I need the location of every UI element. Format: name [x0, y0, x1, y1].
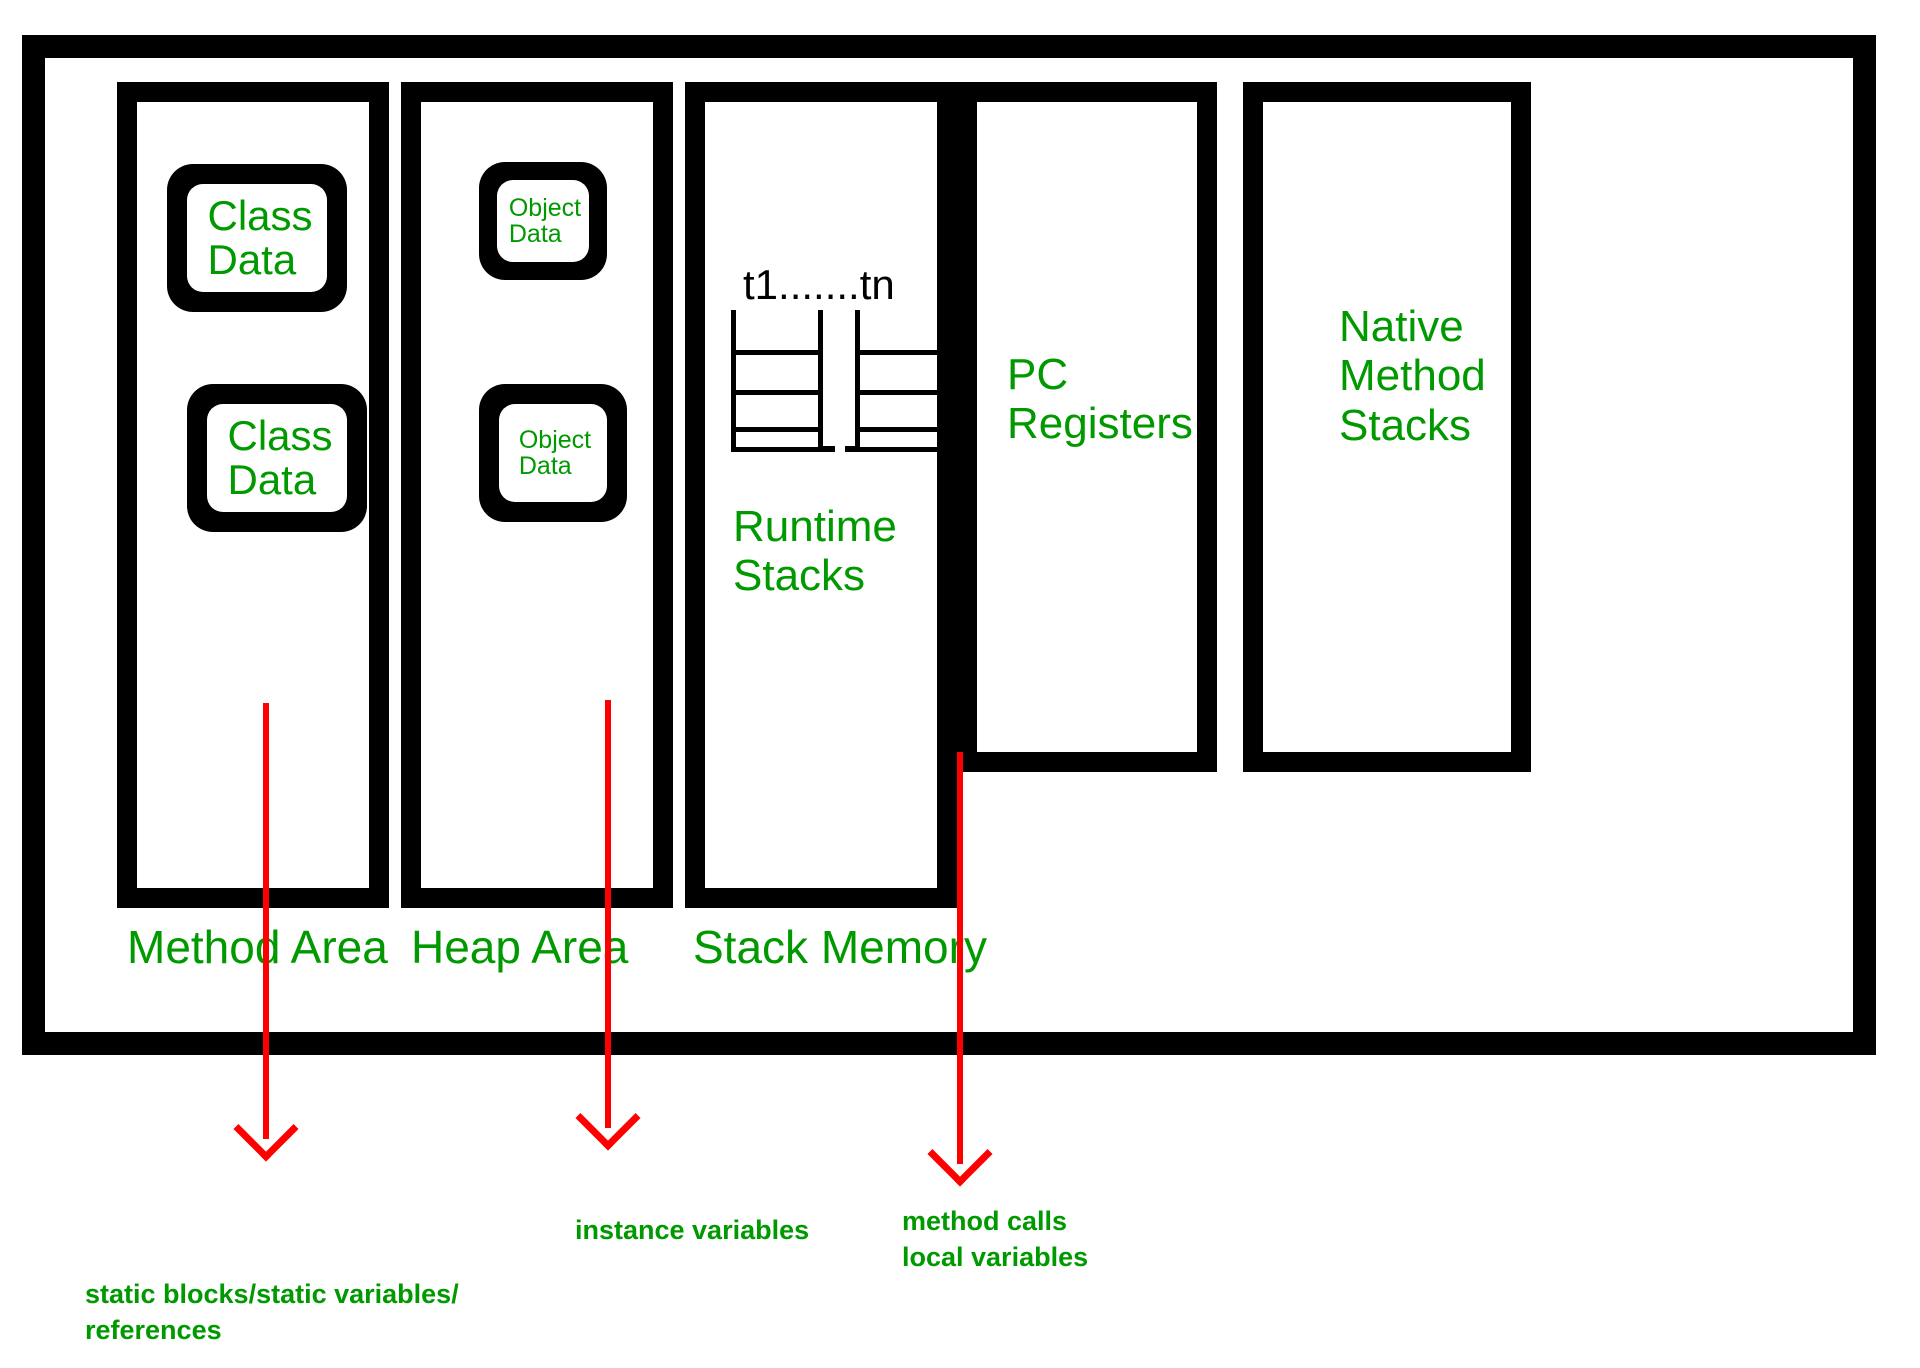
- native-method-stacks-label: Native Method Stacks: [1339, 302, 1486, 450]
- thread-range-label: t1.......tn: [743, 261, 895, 308]
- annotation-stack-memory: method calls local variables: [902, 1206, 1089, 1273]
- class-data-chip-2: Class Data: [187, 384, 367, 532]
- memory-column-stack-memory: t1.......tn Runtime Stacks: [685, 82, 957, 908]
- ladder-continuation-dashes: [823, 446, 857, 452]
- class-data-chip-2-label: Class Data: [207, 404, 347, 512]
- ladder-rung: [855, 350, 947, 355]
- memory-column-native-method-stacks: Native Method Stacks: [1243, 82, 1531, 772]
- ladder-rung: [731, 350, 823, 355]
- ladder-rung: [731, 447, 823, 452]
- object-data-chip-2: Object Data: [479, 384, 627, 522]
- arrow-head: [575, 1085, 641, 1151]
- arrow-shaft: [605, 700, 611, 1128]
- object-data-chip-1-label: Object Data: [497, 180, 589, 262]
- runtime-stack-ladder-last: [855, 310, 947, 452]
- arrow-head: [927, 1121, 993, 1187]
- ladder-rung: [855, 447, 947, 452]
- memory-column-pc-registers: PC Registers: [957, 82, 1217, 772]
- arrow-shaft: [957, 752, 963, 1164]
- ladder-rung: [731, 427, 823, 432]
- arrow-head: [233, 1096, 299, 1162]
- class-data-chip-1-label: Class Data: [187, 184, 327, 292]
- object-data-chip-2-label: Object Data: [499, 404, 607, 502]
- runtime-stacks-label: Runtime Stacks: [733, 502, 897, 601]
- runtime-stack-ladder-first: [731, 310, 823, 452]
- ladder-rung: [731, 390, 823, 395]
- arrow-method-area: [233, 703, 299, 1169]
- class-data-chip-1: Class Data: [167, 164, 347, 312]
- annotation-heap-area: instance variables: [575, 1215, 810, 1245]
- ladder-rung: [855, 390, 947, 395]
- object-data-chip-1: Object Data: [479, 162, 607, 280]
- ladder-rung: [855, 427, 947, 432]
- arrow-shaft: [263, 703, 269, 1139]
- pc-registers-label: PC Registers: [1007, 350, 1193, 449]
- arrow-heap-area: [575, 700, 641, 1160]
- annotation-method-area: static blocks/static variables/ referenc…: [85, 1279, 459, 1346]
- arrow-stack-memory: [927, 752, 993, 1187]
